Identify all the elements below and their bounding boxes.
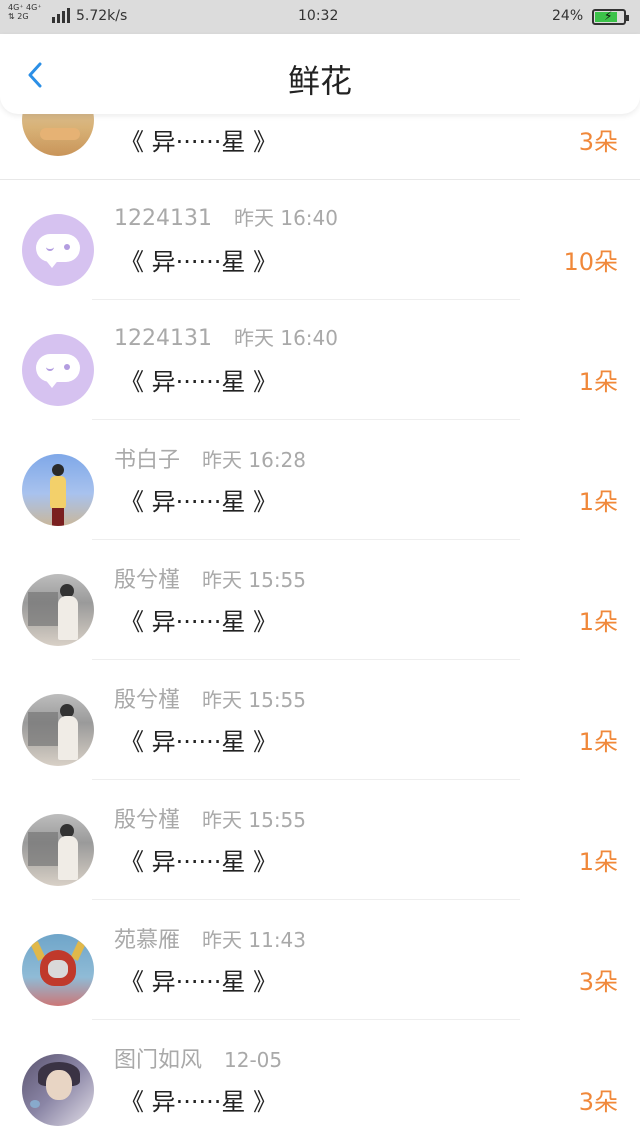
- sender-name: 图门如风: [114, 1048, 203, 1073]
- chat-bubble-icon[interactable]: [22, 334, 94, 406]
- message-text: 《 异······星 》: [120, 728, 278, 756]
- flower-count: 1朵: [578, 488, 618, 516]
- flower-count: 10朵: [563, 248, 618, 276]
- network-bottom-text: ⇅ 2G: [8, 12, 29, 21]
- list-item[interactable]: 《 异······星 》 3朵: [0, 84, 640, 180]
- sender-name: 1224131: [114, 326, 212, 351]
- avatar[interactable]: [22, 934, 94, 1006]
- page-title: 鲜花: [287, 62, 352, 100]
- sender-line: 1224131 昨天 16:40: [114, 322, 338, 351]
- avatar[interactable]: [22, 574, 94, 646]
- list-item[interactable]: 图门如风 12-05 《 异······星 》 3朵: [0, 1020, 640, 1140]
- signal-icon: [52, 8, 70, 23]
- sender-name: 殷兮槿: [114, 568, 181, 593]
- battery-percent: 24%: [552, 8, 584, 24]
- clock: 10:32: [298, 8, 339, 24]
- timestamp: 12-05: [224, 1048, 283, 1072]
- sender-line: 1224131 昨天 16:40: [114, 202, 338, 231]
- avatar[interactable]: [22, 1054, 94, 1126]
- list-item[interactable]: 殷兮槿 昨天 15:55 《 异······星 》 1朵: [0, 660, 640, 780]
- list-item[interactable]: 1224131 昨天 16:40 《 异······星 》 10朵: [0, 180, 640, 300]
- sender-line: 书白子 昨天 16:28: [114, 442, 306, 474]
- chat-bubble-icon[interactable]: [22, 214, 94, 286]
- sender-line: 殷兮槿 昨天 15:55: [114, 682, 306, 714]
- sender-line: 图门如风 12-05: [114, 1042, 282, 1074]
- flower-count: 1朵: [578, 728, 618, 756]
- message-text: 《 异······星 》: [120, 128, 278, 156]
- message-text: 《 异······星 》: [120, 968, 278, 996]
- flower-count: 1朵: [578, 848, 618, 876]
- avatar[interactable]: [22, 814, 94, 886]
- flower-count: 3朵: [578, 128, 618, 156]
- flower-count: 1朵: [578, 368, 618, 396]
- timestamp: 昨天 15:55: [202, 688, 307, 712]
- list-item[interactable]: 1224131 昨天 16:40 《 异······星 》 1朵: [0, 300, 640, 420]
- flower-count: 3朵: [578, 1088, 618, 1116]
- battery-icon: ⚡: [592, 9, 629, 25]
- status-bar: 4G⁺ 4G⁺ ⇅ 2G 5.72k/s 10:32 24% ⚡: [0, 0, 640, 34]
- sender-name: 苑慕雁: [114, 928, 181, 953]
- avatar[interactable]: [22, 694, 94, 766]
- message-text: 《 异······星 》: [120, 1088, 278, 1116]
- timestamp: 昨天 16:40: [233, 206, 338, 230]
- list-item[interactable]: 殷兮槿 昨天 15:55 《 异······星 》 1朵: [0, 780, 640, 900]
- nav-bar: 鲜花: [0, 34, 640, 114]
- timestamp: 昨天 11:43: [202, 928, 307, 952]
- timestamp: 昨天 16:40: [233, 326, 338, 350]
- message-text: 《 异······星 》: [120, 368, 278, 396]
- timestamp: 昨天 15:55: [202, 568, 307, 592]
- timestamp: 昨天 16:28: [202, 448, 307, 472]
- sender-line: 殷兮槿 昨天 15:55: [114, 802, 306, 834]
- list-item[interactable]: 书白子 昨天 16:28 《 异······星 》 1朵: [0, 420, 640, 540]
- message-text: 《 异······星 》: [120, 488, 278, 516]
- flower-count: 1朵: [578, 608, 618, 636]
- list-item[interactable]: 殷兮槿 昨天 15:55 《 异······星 》 1朵: [0, 540, 640, 660]
- flower-count: 3朵: [578, 968, 618, 996]
- sender-line: 殷兮槿 昨天 15:55: [114, 562, 306, 594]
- network-top-text: 4G⁺ 4G⁺: [8, 3, 42, 12]
- network-indicator: 4G⁺ 4G⁺ ⇅ 2G: [8, 3, 42, 21]
- avatar[interactable]: [22, 454, 94, 526]
- sender-name: 书白子: [114, 448, 181, 473]
- sender-name: 殷兮槿: [114, 808, 181, 833]
- message-text: 《 异······星 》: [120, 848, 278, 876]
- network-speed: 5.72k/s: [76, 8, 128, 24]
- sender-name: 殷兮槿: [114, 688, 181, 713]
- sender-name: 1224131: [114, 206, 212, 231]
- message-text: 《 异······星 》: [120, 608, 278, 636]
- timestamp: 昨天 15:55: [202, 808, 307, 832]
- flower-list: 《 异······星 》 3朵 1224131 昨天 16:40 《 异·····…: [0, 84, 640, 1140]
- list-item[interactable]: 苑慕雁 昨天 11:43 《 异······星 》 3朵: [0, 900, 640, 1020]
- sender-line: 苑慕雁 昨天 11:43: [114, 922, 306, 954]
- message-text: 《 异······星 》: [120, 248, 278, 276]
